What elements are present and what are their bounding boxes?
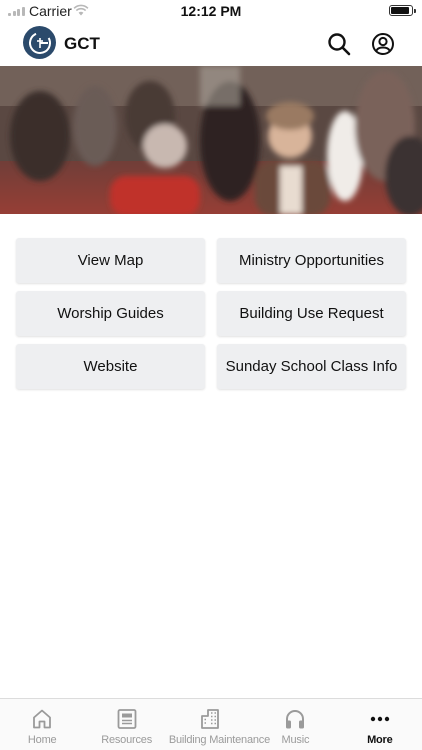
status-time: 12:12 PM — [180, 3, 242, 19]
tab-resources[interactable]: Resources — [84, 699, 168, 750]
sunday-school-class-info-button[interactable]: Sunday School Class Info — [217, 344, 406, 389]
document-icon — [117, 709, 137, 729]
worship-guides-button[interactable]: Worship Guides — [16, 291, 205, 336]
tab-bar: Home Resources Building Maintenance Musi… — [0, 698, 422, 750]
headphones-icon — [286, 710, 305, 729]
website-button[interactable]: Website — [16, 344, 205, 389]
battery-icon — [389, 5, 416, 16]
search-button[interactable] — [327, 32, 351, 56]
banner-image — [0, 66, 422, 214]
tab-home[interactable]: Home — [0, 699, 84, 750]
profile-button[interactable] — [371, 32, 395, 56]
more-icon — [370, 716, 390, 722]
tab-resources-label: Resources — [101, 734, 152, 746]
view-map-button[interactable]: View Map — [16, 238, 205, 283]
tab-more[interactable]: More — [338, 699, 422, 750]
quick-links-grid: View Map Ministry Opportunities Worship … — [16, 238, 406, 389]
tab-home-label: Home — [27, 734, 57, 746]
app-title: GCT — [64, 34, 100, 53]
tab-music-label: Music — [281, 734, 310, 746]
home-icon — [33, 709, 52, 729]
building-use-request-button[interactable]: Building Use Request — [217, 291, 406, 336]
building-icon — [201, 709, 219, 729]
tab-more-label: More — [367, 734, 393, 746]
tab-building-maintenance-label: Building Maintenance — [168, 734, 270, 746]
status-bar: Carrier 12:12 PM — [0, 0, 422, 22]
battery-fill — [391, 7, 409, 14]
tab-building-maintenance[interactable]: Building Maintenance — [168, 699, 270, 750]
gct-logo-icon[interactable] — [23, 26, 56, 59]
search-icon — [328, 33, 351, 56]
ministry-opportunities-button[interactable]: Ministry Opportunities — [217, 238, 406, 283]
tab-music[interactable]: Music — [253, 699, 337, 750]
app-header: GCT — [0, 22, 422, 66]
profile-icon — [372, 33, 394, 55]
